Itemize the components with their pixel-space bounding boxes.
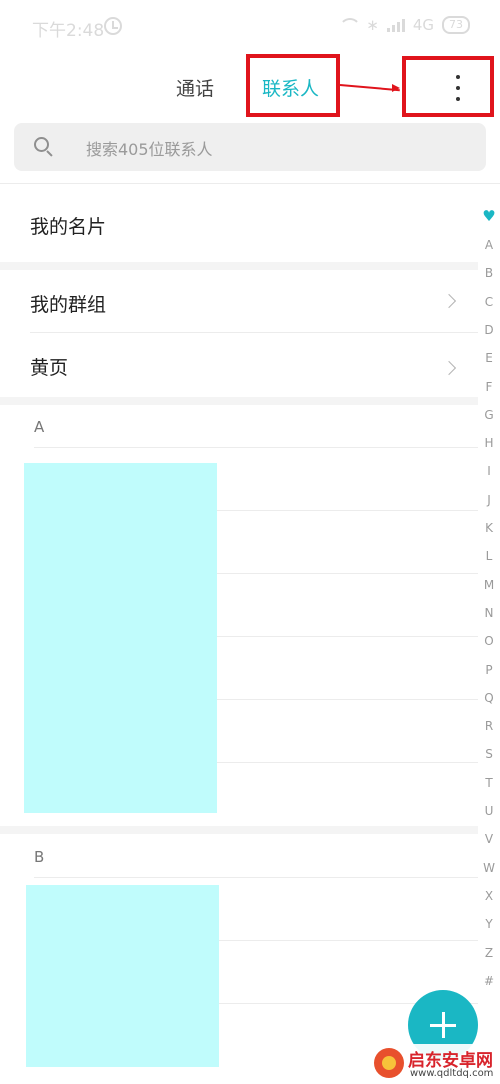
- status-time: 下午2:48: [32, 21, 105, 41]
- index-letter[interactable]: Z: [478, 946, 500, 960]
- watermark: 启东安卓网 www.qdltdq.com: [370, 1044, 500, 1084]
- section-header-a: A: [34, 418, 45, 436]
- chevron-right-icon: [441, 360, 457, 376]
- redacted-contacts-a: [24, 463, 217, 813]
- index-letter[interactable]: J: [478, 493, 500, 507]
- contact-row-divider: [217, 510, 478, 511]
- index-letter[interactable]: S: [478, 747, 500, 761]
- contact-row-divider: [217, 636, 478, 637]
- index-letter[interactable]: O: [478, 634, 500, 648]
- watermark-url: www.qdltdq.com: [410, 1068, 494, 1079]
- section-gap: [0, 262, 478, 270]
- index-letter[interactable]: I: [478, 464, 500, 478]
- contact-row-divider: [217, 762, 478, 763]
- alarm-icon: [104, 17, 122, 35]
- index-letter[interactable]: R: [478, 719, 500, 733]
- index-letter[interactable]: W: [478, 861, 500, 875]
- contact-row-divider: [217, 573, 478, 574]
- row-label: 我的名片: [30, 216, 107, 238]
- index-letter[interactable]: T: [478, 776, 500, 790]
- index-letter[interactable]: Q: [478, 691, 500, 705]
- favorites-heart-icon[interactable]: ♥: [481, 208, 497, 224]
- index-letter[interactable]: H: [478, 436, 500, 450]
- index-letter[interactable]: A: [478, 238, 500, 252]
- index-letter[interactable]: F: [478, 380, 500, 394]
- redacted-contacts-b: [26, 885, 219, 1067]
- index-letter[interactable]: N: [478, 606, 500, 620]
- status-icons: ∗ 4G 73: [338, 16, 470, 34]
- divider: [34, 877, 478, 878]
- plus-icon-stroke: [442, 1012, 445, 1038]
- search-input[interactable]: 搜索405位联系人: [14, 123, 486, 171]
- index-letter[interactable]: L: [478, 549, 500, 563]
- chevron-right-icon: [441, 293, 457, 309]
- annotation-arrow-head: [392, 84, 400, 92]
- index-letter[interactable]: C: [478, 295, 500, 309]
- network-type: 4G: [412, 16, 434, 34]
- section-gap: [0, 826, 478, 834]
- index-letter[interactable]: B: [478, 266, 500, 280]
- section-gap: [0, 397, 478, 405]
- highlight-box-contacts-tab: [246, 54, 340, 117]
- watermark-logo-icon: [374, 1048, 404, 1078]
- index-letter[interactable]: K: [478, 521, 500, 535]
- tab-calls[interactable]: 通话: [176, 74, 214, 101]
- index-letter[interactable]: D: [478, 323, 500, 337]
- index-letter[interactable]: X: [478, 889, 500, 903]
- row-label: 黄页: [30, 357, 69, 379]
- index-letter[interactable]: E: [478, 351, 500, 365]
- bluetooth-icon: ∗: [366, 16, 379, 34]
- highlight-box-more-menu: [402, 56, 494, 117]
- wifi-icon: [338, 17, 362, 33]
- contact-row-divider: [219, 940, 478, 941]
- contact-row-divider: [217, 699, 478, 700]
- row-label: 我的群组: [30, 294, 107, 316]
- row-yellow-pages[interactable]: 黄页: [0, 333, 478, 397]
- more-vertical-icon[interactable]: [455, 75, 461, 101]
- index-letter[interactable]: #: [478, 974, 500, 988]
- search-icon: [34, 137, 49, 152]
- search-placeholder: 搜索405位联系人: [86, 140, 213, 159]
- section-header-b: B: [34, 848, 45, 866]
- signal-icon: [386, 18, 405, 32]
- status-bar: 下午2:48 ∗ 4G 73: [0, 0, 500, 56]
- index-letter[interactable]: U: [478, 804, 500, 818]
- battery-icon: 73: [442, 16, 470, 34]
- row-my-card[interactable]: 我的名片: [0, 184, 478, 262]
- index-letter[interactable]: G: [478, 408, 500, 422]
- row-my-groups[interactable]: 我的群组: [0, 270, 478, 332]
- index-letter[interactable]: M: [478, 578, 500, 592]
- index-letter[interactable]: P: [478, 663, 500, 677]
- divider: [34, 447, 478, 448]
- index-letter[interactable]: V: [478, 832, 500, 846]
- index-letter[interactable]: Y: [478, 917, 500, 931]
